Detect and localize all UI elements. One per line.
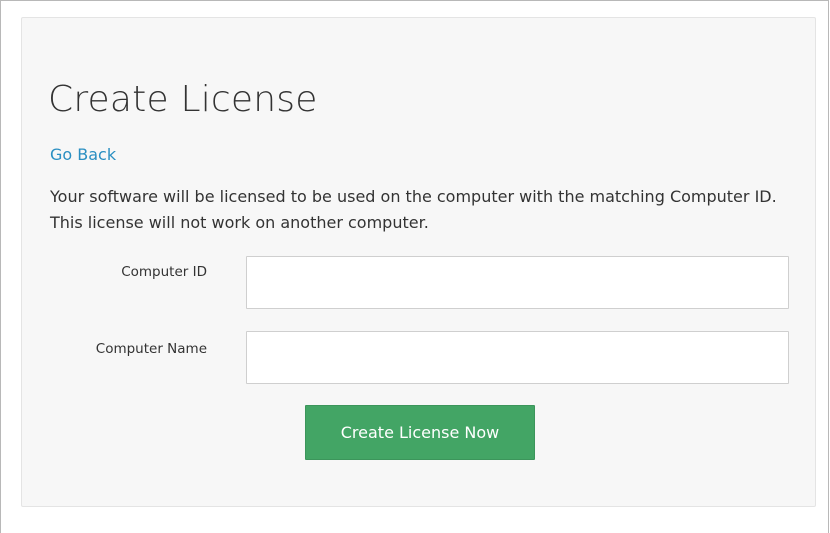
- create-license-panel: Create License Go Back Your software wil…: [21, 17, 816, 507]
- computer-id-input[interactable]: [246, 256, 789, 309]
- computer-name-input[interactable]: [246, 331, 789, 384]
- license-description: Your software will be licensed to be use…: [50, 187, 777, 232]
- page-title: Create License: [48, 79, 318, 120]
- create-license-now-button[interactable]: Create License Now: [305, 405, 535, 460]
- computer-id-label: Computer ID: [121, 264, 207, 280]
- computer-name-label: Computer Name: [95, 341, 207, 357]
- page-frame: Create License Go Back Your software wil…: [0, 0, 829, 533]
- go-back-link[interactable]: Go Back: [50, 145, 116, 164]
